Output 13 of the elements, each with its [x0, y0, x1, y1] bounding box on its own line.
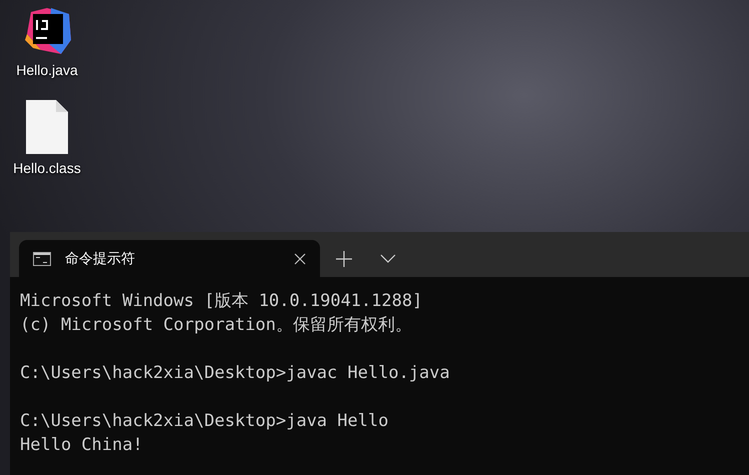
terminal-output-line: Hello China!	[20, 434, 144, 457]
plus-icon[interactable]	[336, 250, 352, 266]
terminal-output-line: Microsoft Windows [版本 10.0.19041.1288]	[20, 290, 424, 313]
desktop-icon-label[interactable]: Hello.class	[13, 160, 81, 176]
terminal-output-line: C:\Users\hack2xia\Desktop>javac Hello.java	[20, 362, 451, 385]
console-icon	[33, 252, 51, 266]
dropdown-chevron-icon[interactable]	[380, 254, 396, 264]
file-icon	[26, 100, 68, 154]
terminal-output-line: (c) Microsoft Corporation。保留所有权利。	[20, 314, 413, 337]
desktop-icon-label[interactable]: Hello.java	[16, 62, 78, 78]
terminal-tab[interactable]: 命令提示符	[19, 240, 320, 277]
terminal-output-line: C:\Users\hack2xia\Desktop>java Hello	[20, 410, 390, 433]
close-icon[interactable]	[294, 252, 306, 264]
